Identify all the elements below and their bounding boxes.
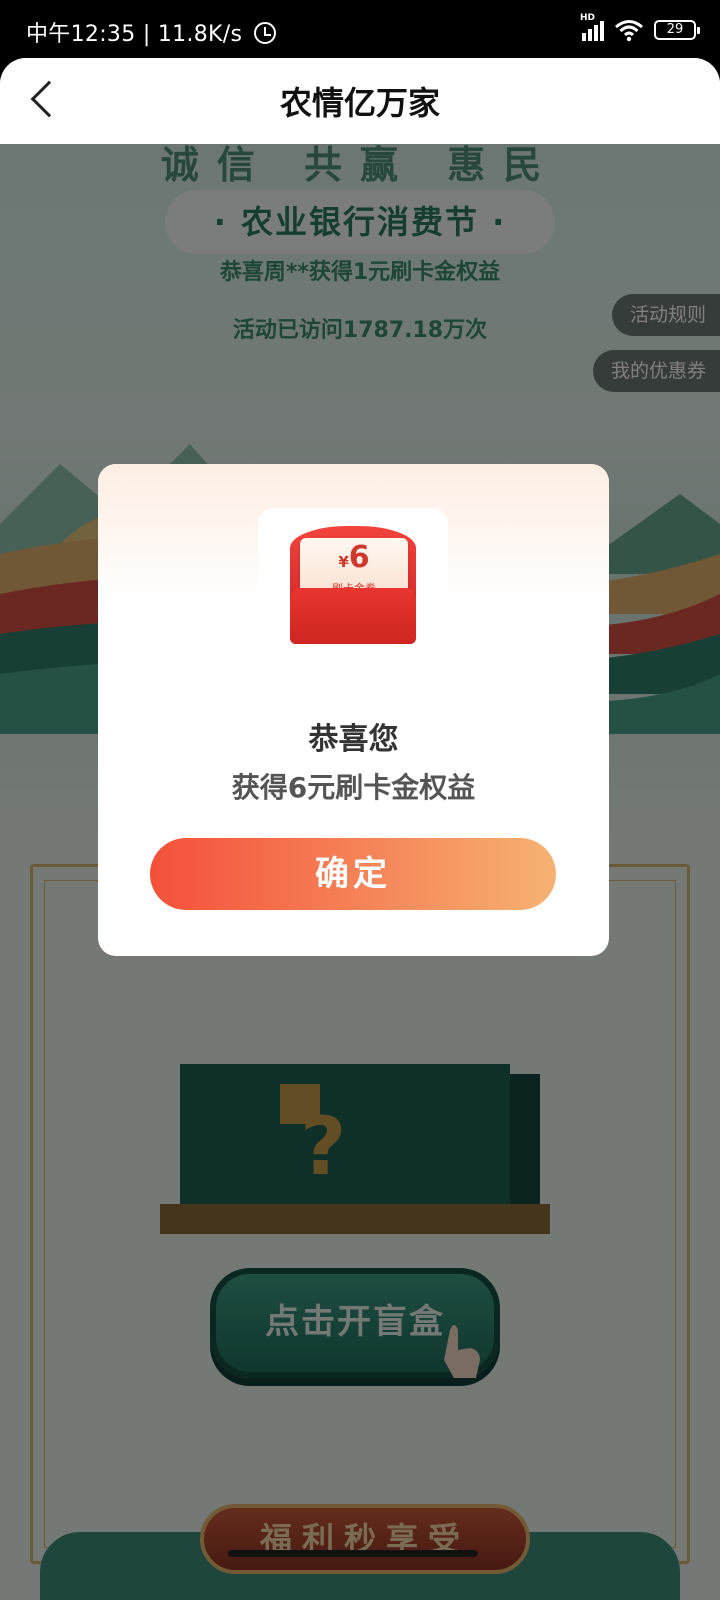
reward-dialog: ¥6 — 刷卡金券 — 恭喜您 获得6元刷卡金权益 确定 xyxy=(98,464,609,956)
dialog-title: 恭喜您 xyxy=(308,722,399,757)
home-indicator[interactable] xyxy=(228,1550,478,1557)
status-left: 中午12:35 | 11.8K/s xyxy=(26,16,276,48)
app-window: 农情亿万家 诚信 共赢 惠民 · 农业银行消费节 · 恭喜周**获得1元刷卡金权… xyxy=(0,58,720,1600)
coupon-currency: ¥ xyxy=(338,553,349,571)
battery-icon: 29 xyxy=(654,20,700,40)
page-title: 农情亿万家 xyxy=(279,84,440,122)
network-speed: 11.8K/s xyxy=(157,22,243,47)
nav-bar: 农情亿万家 xyxy=(0,58,720,144)
confirm-button[interactable]: 确定 xyxy=(150,838,556,910)
status-right: HD 29 xyxy=(580,13,700,44)
alarm-icon xyxy=(253,22,276,44)
status-time: 中午12:35 xyxy=(26,22,136,47)
coupon-amount: 6 xyxy=(348,540,370,575)
dialog-message: 获得6元刷卡金权益 xyxy=(231,771,476,804)
status-bar: 中午12:35 | 11.8K/s HD 29 xyxy=(0,0,720,62)
wifi-icon xyxy=(614,18,644,42)
signal-icon: HD xyxy=(580,13,604,41)
